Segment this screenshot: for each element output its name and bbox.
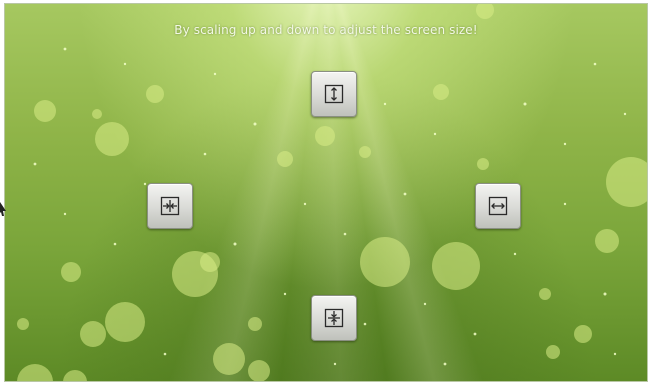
shrink-vertical-icon: [324, 308, 344, 328]
instruction-text: By scaling up and down to adjust the scr…: [174, 23, 478, 37]
expand-vertical-icon: [324, 84, 344, 104]
scale-down-horizontal-button[interactable]: [147, 183, 193, 229]
shrink-horizontal-icon: [160, 196, 180, 216]
screen-adjust-panel: By scaling up and down to adjust the scr…: [4, 3, 648, 382]
mouse-pointer-icon: [0, 202, 6, 216]
scale-up-vertical-button[interactable]: [311, 71, 357, 117]
scale-down-vertical-button[interactable]: [311, 295, 357, 341]
scale-up-horizontal-button[interactable]: [475, 183, 521, 229]
expand-horizontal-icon: [488, 196, 508, 216]
